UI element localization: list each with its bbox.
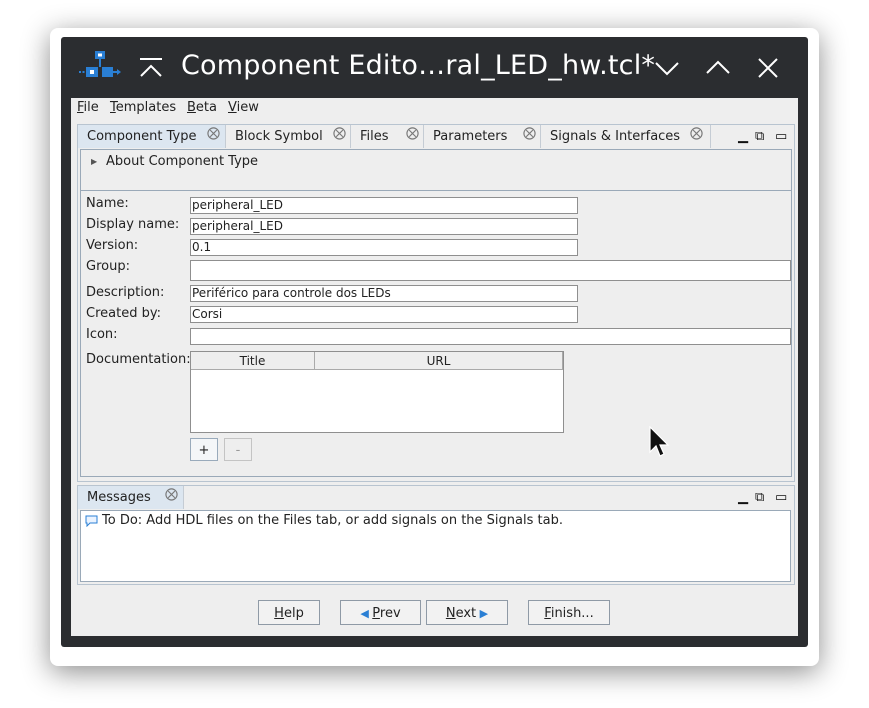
keep-above-icon[interactable] — [137, 54, 165, 82]
version-field[interactable]: 0.1 — [190, 239, 578, 256]
menu-file[interactable]: File — [77, 100, 99, 115]
tab-block-symbol[interactable]: Block Symbol ⨂ — [226, 125, 351, 148]
tab-parameters[interactable]: Parameters ⨂ — [424, 125, 541, 148]
group-field[interactable] — [190, 260, 791, 281]
tab-messages[interactable]: Messages ⨂ — [78, 486, 184, 509]
window-title: Component Edito…ral_LED_hw.tcl* — [181, 50, 656, 81]
messages-list[interactable]: To Do: Add HDL files on the Files tab, o… — [80, 510, 791, 582]
info-balloon-icon — [85, 515, 98, 527]
name-field[interactable]: peripheral_LED — [190, 197, 578, 214]
menu-mnemonic: B — [187, 100, 196, 115]
menu-templates[interactable]: Templates — [110, 100, 176, 115]
maximize-panel-icon[interactable]: ▭ — [775, 490, 787, 505]
tab-close-icon[interactable]: ⨂ — [523, 126, 536, 141]
float-panel-icon[interactable]: ⧉ — [755, 490, 764, 505]
menu-label: ile — [83, 100, 99, 115]
group-label: Group: — [86, 259, 130, 274]
next-arrow-icon: ▶ — [476, 607, 489, 620]
version-label: Version: — [86, 238, 139, 253]
minimize-icon[interactable] — [653, 54, 681, 82]
button-label: ext — [455, 606, 477, 621]
name-label: Name: — [86, 196, 129, 211]
menu-beta[interactable]: Beta — [187, 100, 217, 115]
button-label: elp — [283, 606, 304, 621]
tab-label: Block Symbol — [235, 129, 323, 144]
icon-field[interactable] — [190, 328, 791, 345]
documentation-label: Documentation: — [86, 352, 191, 367]
tab-close-icon[interactable]: ⨂ — [406, 126, 419, 141]
next-button[interactable]: Next ▶ — [426, 600, 508, 625]
messages-panel: Messages ⨂ ▁ ⧉ ▭ To Do: Add HDL files on… — [77, 485, 795, 585]
finish-button[interactable]: Finish... — [528, 600, 610, 625]
tab-files[interactable]: Files ⨂ — [351, 125, 424, 148]
button-mnemonic: N — [445, 606, 456, 621]
tab-label: Messages — [87, 490, 151, 505]
display-name-label: Display name: — [86, 217, 180, 232]
client-area: File Templates Beta View Component Type … — [71, 98, 798, 636]
tab-close-icon[interactable]: ⨂ — [165, 487, 178, 502]
menu-label: emplates — [115, 100, 177, 115]
tab-close-icon[interactable]: ⨂ — [207, 126, 220, 141]
prev-arrow-icon: ◀ — [360, 607, 373, 620]
description-label: Description: — [86, 285, 165, 300]
about-label: About Component Type — [106, 154, 259, 169]
minimize-panel-icon[interactable]: ▁ — [738, 490, 748, 505]
tab-close-icon[interactable]: ⨂ — [690, 126, 703, 141]
icon-label: Icon: — [86, 327, 118, 342]
created-by-field[interactable]: Corsi — [190, 306, 578, 323]
float-panel-icon[interactable]: ⧉ — [755, 129, 764, 144]
remove-documentation-button[interactable]: - — [224, 438, 252, 461]
menu-bar: File Templates Beta View — [71, 98, 798, 119]
button-label: inish... — [550, 606, 594, 621]
minimize-panel-icon[interactable]: ▁ — [738, 129, 748, 144]
button-mnemonic: P — [372, 606, 380, 621]
prev-button[interactable]: ◀ Prev — [340, 600, 421, 625]
message-text: To Do: Add HDL files on the Files tab, o… — [102, 513, 563, 528]
tab-signals-interfaces[interactable]: Signals & Interfaces ⨂ — [541, 125, 711, 148]
title-bar[interactable]: Component Edito…ral_LED_hw.tcl* — [61, 37, 808, 98]
menu-label: iew — [236, 100, 259, 115]
add-documentation-button[interactable]: + — [190, 438, 218, 461]
created-by-label: Created by: — [86, 306, 161, 321]
help-button[interactable]: Help — [258, 600, 320, 625]
tab-close-icon[interactable]: ⨂ — [333, 126, 346, 141]
doc-column-title[interactable]: Title — [191, 352, 315, 370]
button-label: rev — [379, 606, 401, 621]
about-component-type-row[interactable]: ▶ About Component Type — [81, 150, 791, 191]
tab-label: Files — [360, 129, 389, 144]
close-icon[interactable] — [754, 54, 782, 82]
display-name-field[interactable]: peripheral_LED — [190, 218, 578, 235]
component-type-content: ▶ About Component Type Name: peripheral_… — [80, 149, 792, 477]
expand-arrow-icon[interactable]: ▶ — [91, 157, 97, 166]
app-icon[interactable] — [79, 51, 121, 83]
menu-mnemonic: V — [228, 100, 237, 115]
tab-label: Component Type — [87, 129, 197, 144]
tab-component-type[interactable]: Component Type ⨂ — [78, 125, 226, 148]
doc-column-url[interactable]: URL — [315, 352, 563, 370]
documentation-table[interactable]: Title URL — [190, 351, 564, 433]
button-mnemonic: H — [274, 606, 284, 621]
maximize-panel-icon[interactable]: ▭ — [775, 129, 787, 144]
maximize-icon[interactable] — [704, 54, 732, 82]
editor-tabs-panel: Component Type ⨂ Block Symbol ⨂ Files ⨂ … — [77, 124, 795, 482]
component-editor-window: Component Edito…ral_LED_hw.tcl* File Tem… — [61, 37, 808, 647]
menu-view[interactable]: View — [228, 100, 259, 115]
description-field[interactable]: Periférico para controle dos LEDs — [190, 285, 578, 302]
menu-label: eta — [195, 100, 217, 115]
tab-label: Parameters — [433, 129, 508, 144]
mouse-pointer-icon — [649, 426, 670, 457]
tab-label: Signals & Interfaces — [550, 129, 681, 144]
